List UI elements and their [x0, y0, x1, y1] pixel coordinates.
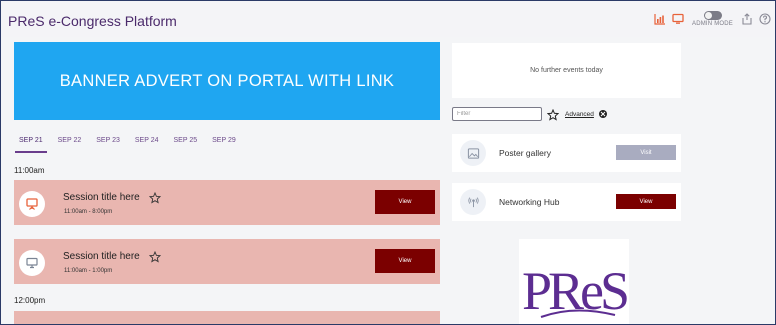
session-title: Session title here [63, 192, 140, 203]
no-events-card: No further events today [452, 43, 681, 98]
banner-text: BANNER ADVERT ON PORTAL WITH LINK [59, 71, 395, 90]
tab-sep-25[interactable]: SEP 25 [170, 137, 202, 153]
networking-hub-card: Networking Hub View [452, 183, 681, 221]
session-time: 11:00am - 8:00pm [64, 209, 113, 215]
top-toolbar: ADMIN MODE [654, 8, 771, 30]
admin-mode-label: ADMIN MODE [692, 21, 733, 27]
star-icon[interactable] [148, 191, 162, 204]
tab-sep-23[interactable]: SEP 23 [92, 137, 124, 153]
view-session-button[interactable]: View [375, 190, 435, 214]
tab-sep-24[interactable]: SEP 24 [131, 137, 163, 153]
advanced-filter-link[interactable]: Advanced [565, 111, 594, 118]
filter-input[interactable] [452, 107, 542, 121]
view-session-button[interactable]: View [375, 249, 435, 273]
toggle-switch[interactable] [703, 11, 722, 20]
session-card: Session title here 11:00am - 1:00pm View [14, 239, 440, 284]
date-tabs: SEP 21 SEP 22 SEP 23 SEP 24 SEP 25 SEP 2… [15, 137, 247, 153]
session-card [14, 311, 440, 324]
networking-icon [460, 189, 486, 215]
time-slot-label: 11:00am [14, 166, 45, 175]
session-card: Session title here 11:00am - 8:00pm View [14, 180, 440, 225]
monitor-icon [19, 250, 45, 276]
help-icon[interactable] [759, 13, 771, 25]
banner-advert[interactable]: BANNER ADVERT ON PORTAL WITH LINK [14, 42, 440, 120]
pres-logo: PReS [519, 239, 629, 324]
networking-hub-title: Networking Hub [499, 197, 560, 207]
pres-logo-mark: PReS [522, 261, 629, 321]
filter-row: Advanced [452, 107, 607, 121]
tab-sep-29[interactable]: SEP 29 [208, 137, 240, 153]
monitor-icon[interactable] [672, 13, 684, 25]
bar-chart-icon[interactable] [654, 13, 666, 25]
admin-mode-toggle[interactable]: ADMIN MODE [692, 11, 733, 27]
tab-sep-21[interactable]: SEP 21 [15, 137, 47, 153]
app-window: PReS e-Congress Platform ADMIN MODE BANN… [0, 0, 776, 325]
poster-gallery-card: Poster gallery Visit [452, 134, 681, 172]
image-icon [460, 140, 486, 166]
export-icon[interactable] [741, 13, 753, 25]
tab-sep-22[interactable]: SEP 22 [54, 137, 86, 153]
session-time: 11:00am - 1:00pm [64, 268, 113, 274]
top-bar: PReS e-Congress Platform ADMIN MODE [1, 1, 775, 37]
visit-button[interactable]: Visit [616, 145, 676, 160]
svg-text:PReS: PReS [522, 261, 627, 321]
no-events-text: No further events today [530, 67, 603, 74]
view-networking-button[interactable]: View [616, 194, 676, 209]
poster-gallery-title: Poster gallery [499, 148, 551, 158]
presentation-icon [19, 191, 45, 217]
favorites-star-icon[interactable] [546, 108, 560, 121]
app-title: PReS e-Congress Platform [8, 13, 177, 29]
star-icon[interactable] [148, 250, 162, 263]
clear-filter-icon[interactable] [598, 110, 607, 118]
time-slot-label: 12:00pm [14, 296, 46, 305]
session-title: Session title here [63, 251, 140, 262]
